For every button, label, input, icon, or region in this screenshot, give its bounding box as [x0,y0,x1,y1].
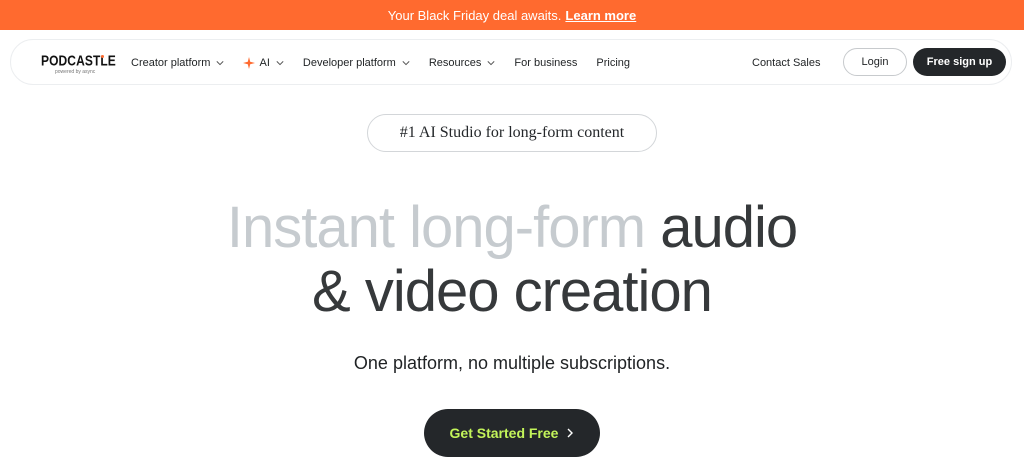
chevron-down-icon [402,61,410,66]
chevron-right-icon [567,428,574,438]
hero-heading-line-2: & video creation [312,259,713,324]
logo-wordmark: PODCASTLE [41,51,116,70]
logo-tagline: powered by async [55,69,96,75]
hero-badge: #1 AI Studio for long-form content [367,114,657,152]
nav-item-label: Resources [428,57,482,69]
nav-item-resources[interactable]: Resources [429,57,496,69]
hero-subtitle: One platform, no multiple subscriptions. [353,353,671,373]
top-navigation: PODCASTLE powered by async Creator platf… [10,39,1012,85]
nav-item-creator-platform[interactable]: Creator platform [131,57,225,69]
promo-text: Your Black Friday deal awaits. [387,7,562,23]
hero-heading-line-1: Instant long-form audio [0,197,1024,259]
chevron-down-icon [487,61,495,66]
sparkle-icon [243,57,256,69]
get-started-button[interactable]: Get Started Free [424,409,600,457]
nav-item-developer-platform[interactable]: Developer platform [303,57,410,69]
podcastle-logo[interactable]: PODCASTLE powered by async [41,51,116,77]
nav-item-pricing[interactable]: Pricing [596,57,630,69]
nav-item-for-business[interactable]: For business [514,57,577,69]
promo-banner: Your Black Friday deal awaits. Learn mor… [0,0,1024,30]
login-button[interactable]: Login [843,48,907,76]
learn-more-link[interactable]: Learn more [565,8,636,23]
logo-dot [101,55,104,58]
nav-item-label: AI [259,57,270,69]
nav-item-label: Pricing [596,57,631,69]
free-signup-button[interactable]: Free sign up [913,48,1006,76]
hero-heading-muted: Instant long-form [226,195,646,260]
get-started-label: Get Started Free [449,425,559,441]
hero-heading-dark: audio [660,195,798,260]
contact-sales-link[interactable]: Contact Sales [752,40,820,86]
nav-item-label: Developer platform [302,57,396,69]
chevron-down-icon [216,61,225,66]
nav-item-label: Creator platform [131,57,211,69]
main-menu: Creator platform AI Developer platform R… [131,40,649,86]
nav-item-label: For business [514,57,578,69]
chevron-down-icon [276,61,284,66]
nav-item-ai[interactable]: AI [243,57,284,69]
